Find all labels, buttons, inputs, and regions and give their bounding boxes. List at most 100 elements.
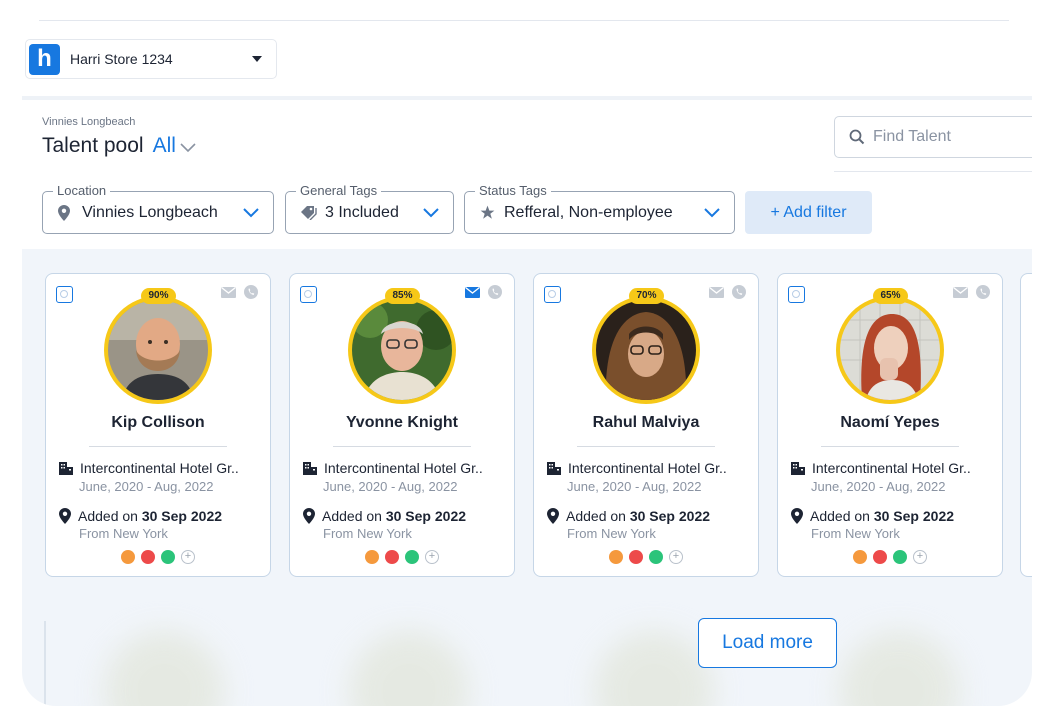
red-tag-dot xyxy=(873,550,887,564)
general-tags-filter[interactable]: General Tags 3 Included xyxy=(285,183,454,234)
email-icon[interactable] xyxy=(221,286,236,298)
green-tag-dot xyxy=(649,550,663,564)
building-icon xyxy=(59,462,73,475)
filter-legend: General Tags xyxy=(296,183,382,199)
email-icon[interactable] xyxy=(709,286,724,298)
top-divider xyxy=(39,20,1009,21)
map-pin-icon xyxy=(303,508,315,524)
chevron-down-icon xyxy=(704,207,720,218)
employer-name: Intercontinental Hotel Gr.. xyxy=(568,460,727,476)
candidate-card[interactable]: 85% Yvonne Knight Intercontinental Hotel… xyxy=(289,273,515,577)
match-score-badge: 70% xyxy=(629,288,664,304)
added-info: Added on 30 Sep 2022 From New York xyxy=(59,508,264,541)
email-icon[interactable] xyxy=(465,286,480,298)
orange-tag-dot xyxy=(121,550,135,564)
store-selector[interactable]: h Harri Store 1234 xyxy=(25,39,277,79)
email-icon[interactable] xyxy=(953,286,968,298)
building-icon xyxy=(547,462,561,475)
chevron-down-icon xyxy=(243,207,259,218)
name-divider xyxy=(333,446,471,447)
match-score-badge: 85% xyxy=(385,288,420,304)
building-icon xyxy=(303,462,317,475)
green-tag-dot xyxy=(893,550,907,564)
added-prefix: Added on xyxy=(322,508,386,524)
avatar xyxy=(836,296,944,404)
add-filter-button[interactable]: + Add filter xyxy=(745,191,872,234)
store-name: Harri Store 1234 xyxy=(70,51,173,67)
candidate-name[interactable]: Kip Collison xyxy=(46,414,270,432)
select-checkbox[interactable] xyxy=(788,286,805,303)
candidate-card[interactable]: 65% Naomí Yepes Intercontinental Hotel G… xyxy=(777,273,1003,577)
add-tag-icon[interactable]: + xyxy=(181,550,195,564)
header-divider xyxy=(22,96,1032,100)
employer-name: Intercontinental Hotel Gr.. xyxy=(80,460,239,476)
added-date: 30 Sep 2022 xyxy=(873,508,955,524)
view-filter-dropdown[interactable]: All xyxy=(153,134,196,158)
candidate-name[interactable]: Rahul Malviya xyxy=(534,414,758,432)
location-filter[interactable]: Location Vinnies Longbeach xyxy=(42,183,274,234)
candidate-name[interactable]: Naomí Yepes xyxy=(778,414,1002,432)
find-talent-search[interactable]: Find Talent xyxy=(834,116,1032,158)
tag-dots: + xyxy=(46,550,270,564)
phone-icon[interactable] xyxy=(488,285,502,299)
location-subtitle: Vinnies Longbeach xyxy=(42,116,136,128)
avatar xyxy=(592,296,700,404)
match-score-badge: 65% xyxy=(873,288,908,304)
employer-name: Intercontinental Hotel Gr.. xyxy=(324,460,483,476)
add-tag-icon[interactable]: + xyxy=(669,550,683,564)
building-icon xyxy=(791,462,805,475)
filter-value: 3 Included xyxy=(325,203,399,221)
name-divider xyxy=(821,446,959,447)
work-history: Intercontinental Hotel Gr.. June, 2020 -… xyxy=(303,460,508,494)
status-tags-filter[interactable]: Status Tags Refferal, Non-employee xyxy=(464,183,735,234)
filter-legend: Status Tags xyxy=(475,183,551,199)
load-more-button[interactable]: Load more xyxy=(698,618,837,668)
match-score-badge: 90% xyxy=(141,288,176,304)
chevron-down-icon xyxy=(423,207,439,218)
select-checkbox[interactable] xyxy=(300,286,317,303)
tag-dots: + xyxy=(534,550,758,564)
search-divider xyxy=(834,171,1032,172)
added-date: 30 Sep 2022 xyxy=(629,508,711,524)
select-checkbox[interactable] xyxy=(56,286,73,303)
chevron-down-icon xyxy=(180,143,196,153)
added-info: Added on 30 Sep 2022 From New York xyxy=(791,508,996,541)
add-tag-icon[interactable]: + xyxy=(913,550,927,564)
star-icon xyxy=(480,205,498,220)
phone-icon[interactable] xyxy=(244,285,258,299)
view-filter-label: All xyxy=(152,134,176,157)
filter-value: Refferal, Non-employee xyxy=(504,203,673,221)
avatar xyxy=(348,296,456,404)
map-pin-icon xyxy=(791,508,803,524)
add-tag-icon[interactable]: + xyxy=(425,550,439,564)
select-checkbox[interactable] xyxy=(544,286,561,303)
map-pin-icon xyxy=(547,508,559,524)
app-frame: h Harri Store 1234 Vinnies Longbeach Tal… xyxy=(22,0,1032,706)
added-prefix: Added on xyxy=(78,508,142,524)
work-history: Intercontinental Hotel Gr.. June, 2020 -… xyxy=(59,460,264,494)
page-title-row: Talent pool All xyxy=(42,134,196,158)
filter-legend: Location xyxy=(53,183,111,199)
tag-dots: + xyxy=(778,550,1002,564)
harri-logo-icon: h xyxy=(29,43,60,75)
added-info: Added on 30 Sep 2022 From New York xyxy=(547,508,752,541)
phone-icon[interactable] xyxy=(732,285,746,299)
map-pin-icon xyxy=(58,204,76,221)
next-candidate-card-edge xyxy=(1020,273,1032,577)
added-prefix: Added on xyxy=(566,508,630,524)
added-from: From New York xyxy=(323,526,412,541)
added-from: From New York xyxy=(79,526,168,541)
added-prefix: Added on xyxy=(810,508,874,524)
caret-down-icon[interactable] xyxy=(252,56,262,62)
phone-icon[interactable] xyxy=(976,285,990,299)
added-date: 30 Sep 2022 xyxy=(385,508,467,524)
orange-tag-dot xyxy=(609,550,623,564)
added-from: From New York xyxy=(567,526,656,541)
candidate-card[interactable]: 90% Kip Collison Intercontinental Hotel … xyxy=(45,273,271,577)
candidate-card[interactable]: 70% Rahul Malviya Intercontinental Hotel… xyxy=(533,273,759,577)
candidate-name[interactable]: Yvonne Knight xyxy=(290,414,514,432)
employer-name: Intercontinental Hotel Gr.. xyxy=(812,460,971,476)
work-history: Intercontinental Hotel Gr.. June, 2020 -… xyxy=(547,460,752,494)
tags-icon xyxy=(301,205,319,220)
employment-dates: June, 2020 - Aug, 2022 xyxy=(79,479,214,494)
